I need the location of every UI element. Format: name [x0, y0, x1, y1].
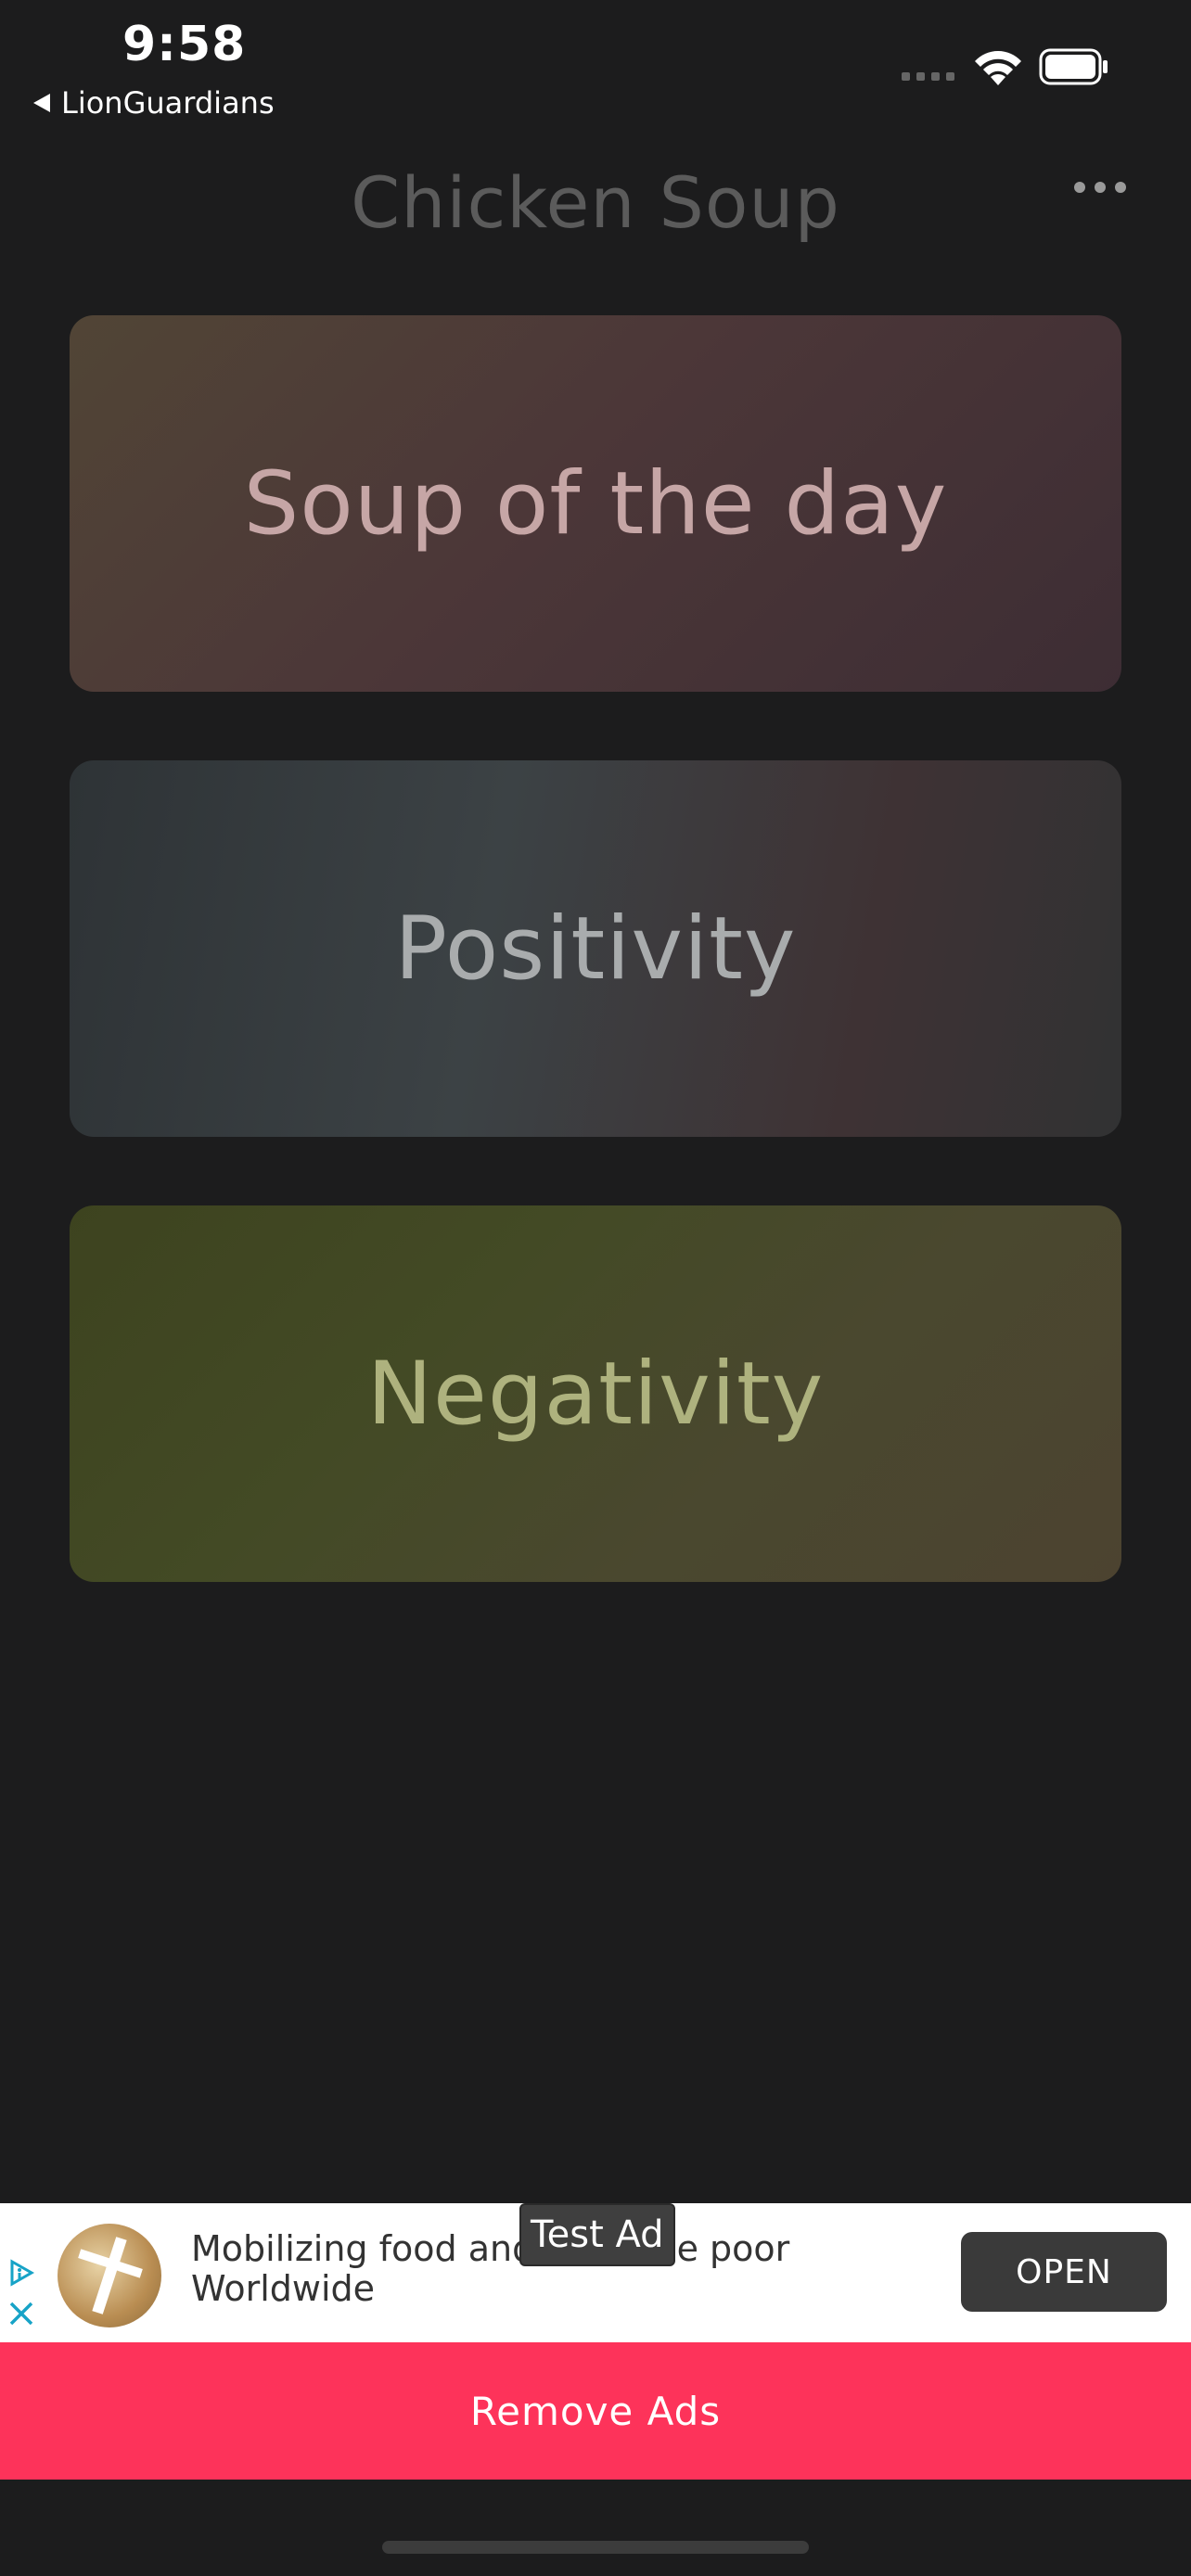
card-label: Negativity — [366, 1343, 825, 1445]
back-app-label: LionGuardians — [61, 85, 275, 121]
ad-close-icon[interactable] — [7, 2300, 35, 2327]
page-title: Chicken Soup — [351, 161, 840, 244]
remove-ads-button[interactable]: Remove Ads — [0, 2342, 1191, 2480]
adchoices-icon[interactable] — [7, 2259, 35, 2287]
battery-icon — [1039, 48, 1108, 85]
test-ad-badge: Test Ad — [519, 2203, 675, 2266]
wifi-icon — [975, 51, 1021, 85]
more-options-icon[interactable] — [1074, 182, 1126, 193]
cellular-signal-icon — [902, 72, 954, 81]
card-label: Soup of the day — [243, 453, 948, 555]
home-indicator[interactable] — [382, 2541, 809, 2554]
status-bar: 9:58 LionGuardians — [0, 0, 1191, 130]
back-arrow-icon — [33, 94, 50, 112]
positivity-card[interactable]: Positivity — [70, 760, 1121, 1137]
back-to-app-button[interactable]: LionGuardians — [33, 85, 275, 121]
card-label: Positivity — [394, 898, 797, 1000]
ad-open-button[interactable]: OPEN — [961, 2232, 1167, 2312]
ad-logo — [58, 2224, 161, 2327]
negativity-card[interactable]: Negativity — [70, 1205, 1121, 1582]
status-time: 9:58 — [122, 17, 247, 72]
soup-of-the-day-card[interactable]: Soup of the day — [70, 315, 1121, 692]
